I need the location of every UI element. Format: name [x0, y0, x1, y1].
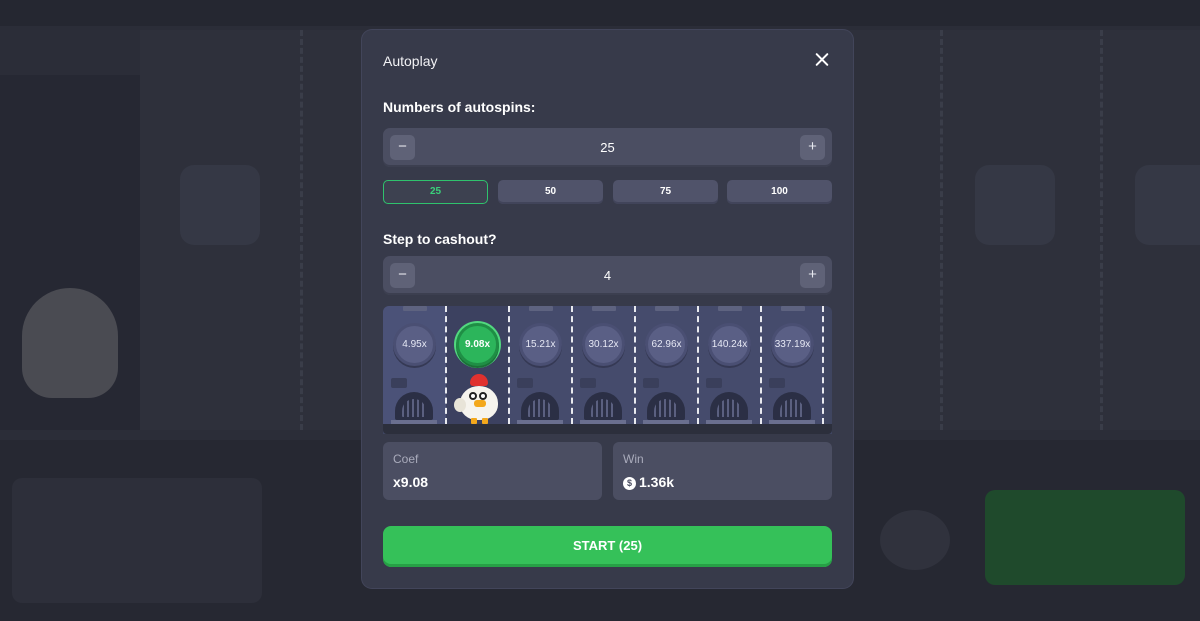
background-coef-tile [1135, 165, 1200, 245]
background-bet-panel [12, 478, 262, 603]
lane-7[interactable]: 337.19x [761, 306, 824, 424]
dollar-icon: $ [623, 477, 636, 490]
manhole-icon [769, 392, 815, 424]
coef-box: Coef x9.08 [383, 442, 602, 500]
lane-2[interactable]: 9.08x [446, 306, 509, 424]
background-lane-line [940, 30, 943, 430]
win-value: 1.36k [639, 474, 675, 490]
lane-coef: 15.21x [519, 323, 562, 366]
manhole-icon [580, 392, 626, 424]
lane-marker [655, 306, 679, 311]
lane-block [706, 378, 722, 388]
lane-divider [697, 306, 699, 424]
cashout-value[interactable]: 4 [383, 268, 832, 283]
cashout-stepper: − 4 + [383, 256, 832, 295]
cashout-lanes-preview: 4.95x 9.08x 15.21x 30.12x 62.96x 140.24x… [383, 306, 832, 434]
background-lane-line [1100, 30, 1103, 430]
background-round-button [880, 510, 950, 570]
lane-block [643, 378, 659, 388]
background-play-button [985, 490, 1185, 585]
autospins-increment-button[interactable]: + [800, 135, 825, 160]
close-icon[interactable] [812, 50, 832, 70]
preset-button-100[interactable]: 100 [727, 180, 832, 204]
autoplay-modal: Autoplay Numbers of autospins: − 25 + 25… [362, 30, 853, 588]
background-lane-line [300, 30, 303, 430]
cashout-increment-button[interactable]: + [800, 263, 825, 288]
autospins-label: Numbers of autospins: [383, 99, 536, 115]
lane-5[interactable]: 62.96x [635, 306, 698, 424]
lanes-curb [383, 424, 832, 434]
manhole-icon [643, 392, 689, 424]
start-button[interactable]: START (25) [383, 526, 832, 567]
lane-divider [571, 306, 573, 424]
win-box: Win $1.36k [613, 442, 832, 500]
autospins-value[interactable]: 25 [383, 140, 832, 155]
lane-block [580, 378, 596, 388]
coef-label: Coef [393, 452, 419, 466]
background-coef-tile [180, 165, 260, 245]
manhole-icon [706, 392, 752, 424]
chicken-icon [454, 372, 502, 424]
win-value-row: $1.36k [623, 474, 674, 490]
lane-marker [403, 306, 427, 311]
lane-divider [634, 306, 636, 424]
lane-coef: 337.19x [771, 323, 814, 366]
lane-coef: 4.95x [393, 323, 436, 366]
lane-divider [445, 306, 447, 424]
lane-coef: 62.96x [645, 323, 688, 366]
autospins-stepper: − 25 + [383, 128, 832, 167]
coef-value: x9.08 [393, 474, 429, 490]
manhole-icon [391, 392, 437, 424]
lane-1[interactable]: 4.95x [383, 306, 446, 424]
background-coef-tile [975, 165, 1055, 245]
lane-block [517, 378, 533, 388]
lane-coef-selected: 9.08x [456, 323, 499, 366]
lane-block [769, 378, 785, 388]
lane-marker [718, 306, 742, 311]
lane-3[interactable]: 15.21x [509, 306, 572, 424]
lane-block [391, 378, 407, 388]
background-chicken-icon [22, 288, 118, 398]
manhole-icon [517, 392, 563, 424]
lane-4[interactable]: 30.12x [572, 306, 635, 424]
lane-coef: 30.12x [582, 323, 625, 366]
modal-title: Autoplay [383, 53, 438, 69]
lane-6[interactable]: 140.24x [698, 306, 761, 424]
lane-marker [592, 306, 616, 311]
preset-button-75[interactable]: 75 [613, 180, 718, 204]
cashout-label: Step to cashout? [383, 231, 497, 247]
lane-divider [760, 306, 762, 424]
background-topbar [0, 0, 1200, 26]
lane-marker [529, 306, 553, 311]
lane-marker [781, 306, 805, 311]
preset-button-50[interactable]: 50 [498, 180, 603, 204]
preset-button-25[interactable]: 25 [383, 180, 488, 204]
lane-divider [508, 306, 510, 424]
lane-coef: 140.24x [708, 323, 751, 366]
lane-divider [822, 306, 824, 424]
win-label: Win [623, 452, 644, 466]
